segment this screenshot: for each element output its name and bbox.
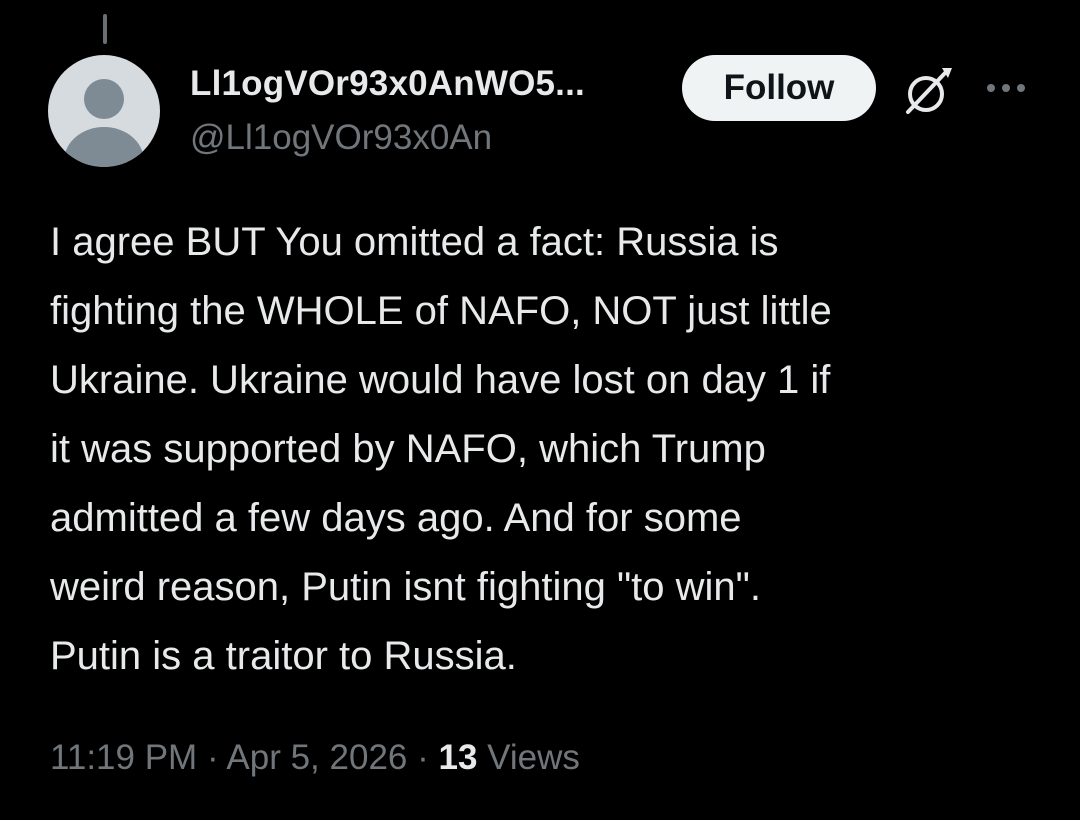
more-options-icon[interactable] (984, 78, 1028, 98)
default-avatar-icon (64, 79, 144, 167)
author-handle[interactable]: @Ll1ogVOr93x0An (190, 118, 492, 158)
tweet-date[interactable]: Apr 5, 2026 (226, 738, 407, 777)
tweet-text: I agree BUT You omitted a fact: Russia i… (50, 220, 832, 678)
thread-connector-line (103, 14, 107, 44)
tweet-time[interactable]: 11:19 PM (50, 738, 197, 777)
meta-separator: · (206, 738, 219, 777)
tweet-meta: 11:19 PM · Apr 5, 2026 · 13 Views (50, 738, 580, 778)
views-count: 13 (438, 738, 478, 777)
follow-button[interactable]: Follow (682, 55, 876, 121)
avatar[interactable] (48, 55, 160, 167)
meta-separator: · (417, 738, 429, 777)
grok-icon[interactable] (898, 62, 958, 122)
views-label: Views (487, 738, 580, 777)
author-display-name[interactable]: Ll1ogVOr93x0AnWO5... (190, 64, 585, 104)
